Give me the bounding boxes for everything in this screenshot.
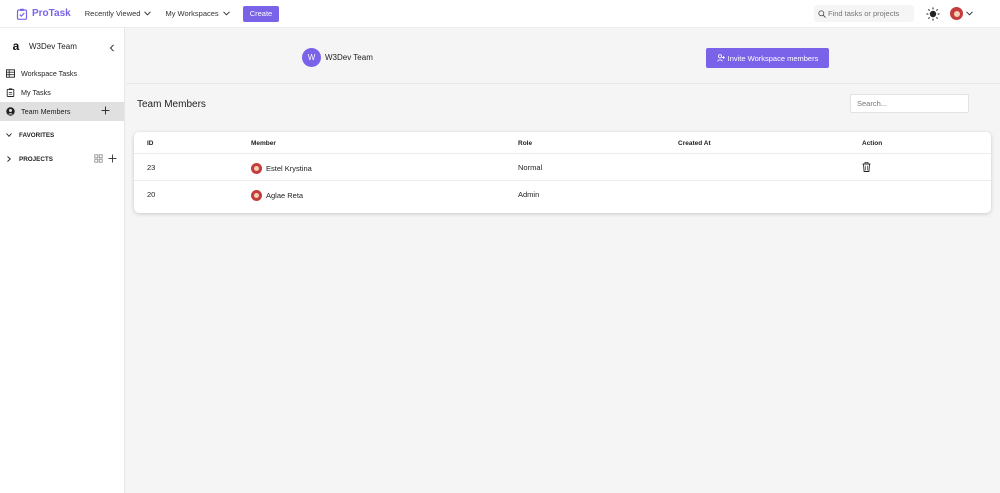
my-workspaces-menu[interactable]: My Workspaces: [165, 9, 230, 18]
collapse-sidebar-icon[interactable]: [109, 44, 115, 52]
avatar-face: [953, 10, 960, 17]
table-row: 23 Estel Krystina Normal: [134, 154, 991, 181]
clipboard-icon: [6, 88, 15, 97]
user-avatar[interactable]: [950, 7, 963, 20]
add-member-icon[interactable]: [101, 106, 110, 115]
global-search[interactable]: [814, 5, 914, 22]
app-logo[interactable]: ProTask: [16, 8, 71, 20]
favorites-section[interactable]: FAVORITES: [0, 125, 124, 145]
avatar-face: [254, 166, 259, 171]
column-header-member: Member: [251, 140, 276, 147]
member-name: Aglae Reta: [266, 191, 304, 200]
app-name: ProTask: [32, 8, 71, 19]
member-avatar: [251, 190, 262, 201]
table-header: ID Member Role Created At Action: [134, 132, 991, 154]
workspace-title: W3Dev Team: [325, 53, 373, 62]
my-workspaces-label: My Workspaces: [165, 9, 219, 18]
user-circle-icon: [6, 107, 15, 116]
projects-label: PROJECTS: [19, 155, 53, 163]
column-header-role: Role: [518, 140, 533, 147]
page-title: Team Members: [137, 99, 206, 110]
members-table: ID Member Role Created At Action 23 Este…: [134, 132, 991, 213]
recently-viewed-label: Recently Viewed: [84, 9, 141, 18]
theme-toggle-sun-icon[interactable]: [926, 7, 940, 21]
avatar-face: [254, 193, 259, 198]
sidebar-item-label: My Tasks: [21, 88, 51, 97]
grid-icon[interactable]: [94, 154, 103, 163]
chevron-down-icon: [222, 11, 230, 16]
column-header-action: Action: [862, 140, 883, 147]
table-row: 20 Aglae Reta Admin: [134, 181, 991, 208]
members-search-input[interactable]: [850, 94, 969, 113]
global-search-input[interactable]: [828, 9, 914, 18]
projects-section[interactable]: PROJECTS: [0, 149, 124, 169]
column-header-created-at: Created At: [678, 140, 711, 147]
cell-member: Aglae Reta: [251, 190, 303, 201]
workspace-header[interactable]: a W3Dev Team: [0, 28, 124, 64]
invite-members-label: Invite Workspace members: [727, 53, 819, 63]
cell-member: Estel Krystina: [251, 163, 312, 174]
invite-members-button[interactable]: Invite Workspace members: [706, 48, 829, 68]
cell-role: Admin: [518, 190, 540, 199]
chevron-right-icon: [7, 156, 11, 162]
recently-viewed-menu[interactable]: Recently Viewed: [85, 9, 152, 18]
sidebar-item-team-members[interactable]: Team Members: [0, 102, 124, 121]
sidebar-item-my-tasks[interactable]: My Tasks: [0, 83, 124, 102]
projects-actions: [94, 154, 122, 163]
sidebar-item-label: Team Members: [21, 107, 71, 116]
favorites-label: FAVORITES: [19, 131, 55, 139]
search-icon: [818, 9, 826, 18]
workspace-avatar: W: [302, 48, 321, 67]
member-name: Estel Krystina: [266, 164, 312, 173]
chevron-down-icon: [6, 133, 12, 137]
workspace-logo: a: [12, 39, 20, 53]
member-avatar: [251, 163, 262, 174]
column-header-id: ID: [147, 140, 154, 147]
add-user-icon: [716, 54, 725, 62]
sidebar-item-label: Workspace Tasks: [21, 69, 78, 78]
sidebar: a W3Dev Team Workspace Tasks My Tasks Te…: [0, 28, 125, 493]
table-icon: [6, 69, 15, 78]
clipboard-check-icon: [16, 8, 28, 20]
delete-trash-icon[interactable]: [862, 162, 871, 172]
sidebar-item-workspace-tasks[interactable]: Workspace Tasks: [0, 64, 124, 83]
chevron-down-icon[interactable]: [966, 11, 973, 16]
cell-id: 20: [147, 190, 156, 199]
cell-role: Normal: [518, 163, 543, 172]
workspace-name: W3Dev Team: [29, 41, 77, 51]
add-project-icon[interactable]: [108, 154, 117, 163]
cell-id: 23: [147, 163, 156, 172]
chevron-down-icon: [144, 11, 152, 16]
create-button[interactable]: Create: [242, 5, 280, 22]
workspace-title-row: W W3Dev Team Invite Workspace members: [126, 28, 1000, 84]
